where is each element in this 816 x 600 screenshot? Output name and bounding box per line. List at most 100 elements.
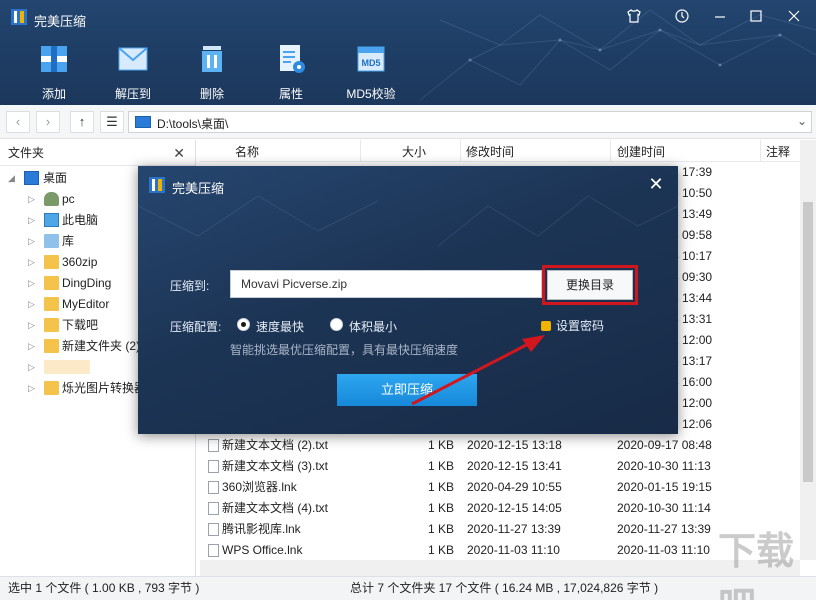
collapsed-arrow-icon[interactable]: ▷ — [28, 252, 38, 273]
file-size: 1 KB — [428, 501, 455, 515]
set-password-link[interactable]: 设置密码 — [541, 317, 604, 334]
collapsed-arrow-icon[interactable]: ▷ — [28, 336, 38, 357]
app-logo-icon — [11, 9, 27, 25]
column-created[interactable]: 创建时间 — [617, 143, 665, 160]
file-modified: 2020-12-15 14:05 — [467, 501, 562, 515]
option-fast-label[interactable]: 速度最快 — [256, 318, 304, 335]
file-name: 新建文本文档 (2).txt — [222, 438, 329, 452]
file-size: 1 KB — [428, 480, 455, 494]
folder-icon — [44, 339, 59, 353]
expanded-arrow-icon[interactable]: ◢ — [8, 168, 18, 189]
toolbar-md5-button[interactable]: MD5 MD5校验 — [336, 42, 406, 102]
created-time-fragment: 5 13:44 — [672, 291, 713, 305]
created-time-fragment: 5 10:50 — [672, 186, 713, 200]
created-time-fragment: 2 12:00 — [672, 396, 713, 410]
file-size: 1 KB — [428, 543, 455, 557]
radio-small[interactable] — [330, 318, 343, 331]
created-time-fragment: 5 13:17 — [672, 354, 713, 368]
folder-icon — [44, 381, 59, 395]
created-time-fragment: 2 12:06 — [672, 417, 713, 431]
created-time-fragment: 2 12:00 — [672, 333, 713, 347]
forward-button[interactable]: › — [36, 111, 60, 133]
created-time-fragment: 5 16:00 — [672, 375, 713, 389]
tree-item-label: 下载吧 — [62, 318, 99, 332]
file-size: 1 KB — [428, 459, 455, 473]
file-row[interactable]: 新建文本文档 (2).txt 1 KB 2020-12-15 13:18 2020-0… — [200, 435, 800, 456]
close-pane-icon[interactable]: ✕ — [173, 140, 185, 166]
file-modified: 2020-12-15 13:18 — [467, 438, 562, 452]
set-password-label: 设置密码 — [556, 319, 605, 333]
chevron-down-icon[interactable]: ⌄ — [797, 114, 807, 128]
svg-text:MD5: MD5 — [361, 58, 380, 68]
radio-fast[interactable] — [237, 318, 250, 331]
filename-input[interactable]: Movavi Picverse.zip — [230, 270, 542, 298]
compress-now-button[interactable]: 立即压缩 — [337, 374, 477, 406]
status-bar: 选中 1 个文件 ( 1.00 KB , 793 字节 ) 总计 7 个文件夹 … — [0, 576, 816, 600]
up-button[interactable]: ↑ — [70, 111, 94, 133]
collapsed-arrow-icon[interactable]: ▷ — [28, 357, 38, 378]
column-modified[interactable]: 修改时间 — [466, 143, 514, 160]
close-icon[interactable] — [782, 8, 806, 28]
toolbar-delete-button[interactable]: 删除 — [177, 42, 247, 102]
back-button[interactable]: ‹ — [6, 111, 30, 133]
collapsed-arrow-icon[interactable]: ▷ — [28, 315, 38, 336]
scrollbar-thumb[interactable] — [803, 202, 813, 482]
column-header: 名称 大小 修改时间 创建时间 注释 — [200, 140, 800, 162]
toolbar-properties-button[interactable]: 属性 — [256, 42, 326, 102]
folder-pane-title: 文件夹 — [8, 146, 45, 160]
file-row[interactable]: 腾讯影视库.lnk 1 KB 2020-11-27 13:39 2020-11-27 … — [200, 519, 800, 540]
dialog-close-icon[interactable]: ✕ — [646, 174, 666, 195]
created-time-fragment: 5 13:31 — [672, 312, 713, 326]
path-text: D:\tools\桌面\ — [157, 117, 229, 131]
file-row[interactable]: 360浏览器.lnk 1 KB 2020-04-29 10:55 2020-01-15… — [200, 477, 800, 498]
user-icon — [44, 192, 59, 206]
collapsed-arrow-icon[interactable]: ▷ — [28, 294, 38, 315]
folder-icon — [44, 297, 59, 311]
file-created: 2020-11-27 13:39 — [617, 522, 711, 536]
collapsed-arrow-icon[interactable]: ▷ — [28, 210, 38, 231]
file-row[interactable]: 新建文本文档 (3).txt 1 KB 2020-12-15 13:41 2020-1… — [200, 456, 800, 477]
dialog-logo-icon — [149, 177, 165, 193]
column-size[interactable]: 大小 — [402, 143, 426, 160]
file-created: 2020-01-15 19:15 — [617, 480, 712, 494]
file-modified: 2020-12-15 13:41 — [467, 459, 562, 473]
toolbar-add-button[interactable]: 添加 — [19, 42, 89, 102]
column-comment[interactable]: 注释 — [766, 143, 790, 160]
extract-icon — [118, 47, 148, 71]
file-row[interactable]: 新建文本文档 (4).txt 1 KB 2020-12-15 14:05 2020-1… — [200, 498, 800, 519]
file-icon — [208, 544, 219, 557]
tree-item-label: 烁光图片转换器 — [62, 381, 147, 395]
tree-item-label: 此电脑 — [62, 213, 99, 227]
path-input[interactable]: D:\tools\桌面\ ⌄ — [128, 111, 812, 133]
delete-icon — [202, 46, 222, 72]
file-icon — [208, 460, 219, 473]
folder-icon — [44, 318, 59, 332]
horizontal-scrollbar[interactable] — [200, 560, 800, 576]
toolbar-extract-button[interactable]: 解压到 — [98, 42, 168, 102]
column-name[interactable]: 名称 — [235, 143, 259, 160]
option-small-label[interactable]: 体积最小 — [349, 318, 397, 335]
collapsed-arrow-icon[interactable]: ▷ — [28, 189, 38, 210]
settings-icon[interactable] — [670, 8, 694, 28]
watermark: 下载吧 — [718, 531, 795, 600]
collapsed-arrow-icon[interactable]: ▷ — [28, 378, 38, 399]
created-time-fragment: 3 09:58 — [672, 228, 713, 242]
tree-item-label: 新建文件夹 (2) — [62, 339, 141, 353]
maximize-icon[interactable] — [744, 8, 768, 28]
file-name: 新建文本文档 (4).txt — [222, 501, 329, 515]
desktop-icon — [24, 171, 39, 185]
status-selected: 选中 1 个文件 ( 1.00 KB , 793 字节 ) — [8, 581, 200, 595]
collapsed-arrow-icon[interactable]: ▷ — [28, 231, 38, 252]
file-modified: 2020-11-27 13:39 — [467, 522, 561, 536]
library-icon — [44, 234, 59, 248]
change-dir-button[interactable]: 更换目录 — [547, 270, 633, 300]
shirt-icon[interactable] — [622, 8, 646, 28]
collapsed-arrow-icon[interactable]: ▷ — [28, 273, 38, 294]
md5-icon: MD5 — [357, 46, 385, 72]
view-list-button[interactable]: ☰ — [100, 111, 124, 133]
change-dir-highlight: 更换目录 — [542, 265, 638, 305]
vertical-scrollbar[interactable] — [800, 140, 816, 560]
file-row[interactable]: WPS Office.lnk 1 KB 2020-11-03 11:10 2020-1… — [200, 540, 800, 561]
minimize-icon[interactable] — [708, 8, 732, 28]
lock-icon — [541, 321, 551, 331]
